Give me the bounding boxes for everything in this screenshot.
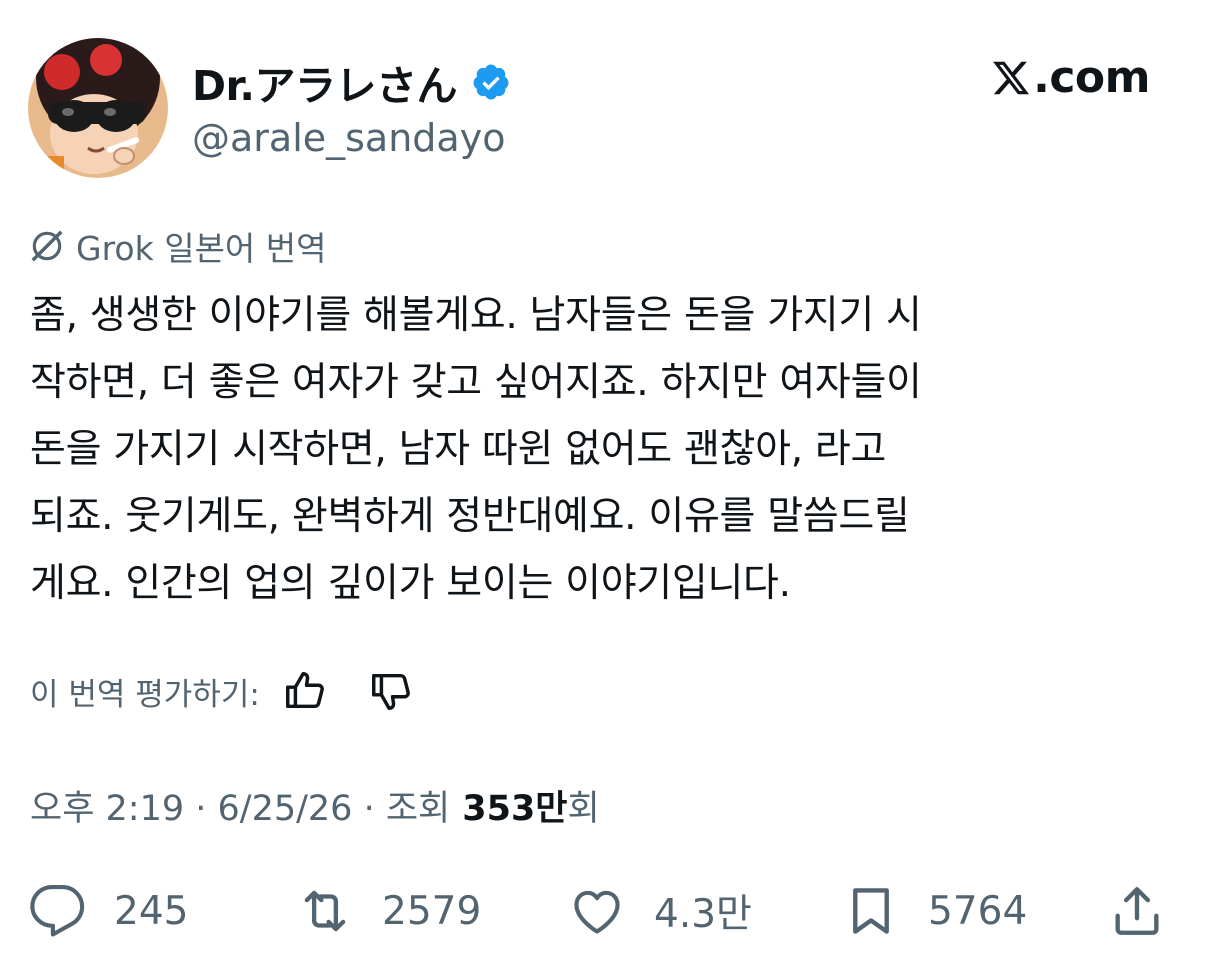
- grok-icon: [31, 230, 63, 262]
- tweet-text: 좀, 생생한 이야기를 해볼게요. 남자들은 돈을 가지기 시 작하면, 더 좋…: [30, 282, 1180, 617]
- views-suffix: 회: [567, 789, 600, 829]
- verified-badge-icon: [473, 64, 509, 100]
- tweet-time[interactable]: 오후 2:19: [30, 780, 184, 831]
- tweet-meta: 오후 2:19 · 6/25/26 · 조회 353만 회: [30, 780, 600, 831]
- thumbs-down-icon[interactable]: [368, 668, 414, 714]
- share-icon: [1115, 887, 1159, 935]
- views-count: 353만: [462, 789, 568, 829]
- author-name-row: Dr.アラレさん: [192, 52, 511, 112]
- tweet-line: 좀, 생생한 이야기를 해볼게요. 남자들은 돈을 가지기 시: [30, 293, 922, 338]
- repost-button[interactable]: 2579: [296, 882, 481, 940]
- meta-separator: ·: [352, 789, 386, 829]
- repost-count: 2579: [382, 888, 482, 934]
- avatar[interactable]: [28, 38, 168, 178]
- like-count: 4.3만: [654, 892, 752, 937]
- share-button[interactable]: [1108, 882, 1166, 940]
- tweet-line: 돈을 가지기 시작하면, 남자 따윈 없어도 괜찮아, 라고: [30, 427, 887, 472]
- author-handle[interactable]: @arale_sandayo: [192, 116, 505, 160]
- repost-icon: [304, 890, 346, 932]
- site-logo: .com: [991, 52, 1150, 103]
- heart-icon: [574, 890, 620, 934]
- reply-count: 245: [114, 888, 189, 934]
- rate-translation-label: 이 번역 평가하기:: [30, 676, 260, 713]
- translation-label: Grok 일본어 번역: [28, 222, 327, 270]
- thumbs-up-icon[interactable]: [282, 668, 328, 714]
- action-bar: 245 2579 4.3만 5764: [28, 882, 1178, 942]
- views-label: 조회: [385, 789, 451, 829]
- meta-separator: ·: [184, 789, 218, 829]
- tweet-line: 게요. 인간의 업의 깊이가 보이는 이야기입니다.: [30, 561, 791, 606]
- translation-label-text: Grok 일본어 번역: [76, 229, 327, 268]
- x-logo-icon: [993, 61, 1030, 94]
- avatar-image: [28, 38, 168, 178]
- tweet-date[interactable]: 6/25/26: [218, 789, 353, 829]
- bookmark-button[interactable]: 5764: [842, 882, 1027, 940]
- site-label: .com: [1033, 52, 1150, 103]
- bookmark-count: 5764: [928, 888, 1028, 934]
- reply-icon: [30, 885, 85, 937]
- tweet-line: 작하면, 더 좋은 여자가 갖고 싶어지죠. 하지만 여자들이: [30, 360, 922, 405]
- reply-button[interactable]: 245: [28, 882, 188, 940]
- bookmark-icon: [853, 888, 889, 934]
- like-button[interactable]: 4.3만: [568, 882, 752, 940]
- tweet-line: 되죠. 웃기게도, 완벽하게 정반대예요. 이유를 말씀드릴: [30, 494, 910, 539]
- rate-translation-row: 이 번역 평가하기:: [30, 668, 414, 714]
- author-display-name[interactable]: Dr.アラレさん: [192, 52, 457, 112]
